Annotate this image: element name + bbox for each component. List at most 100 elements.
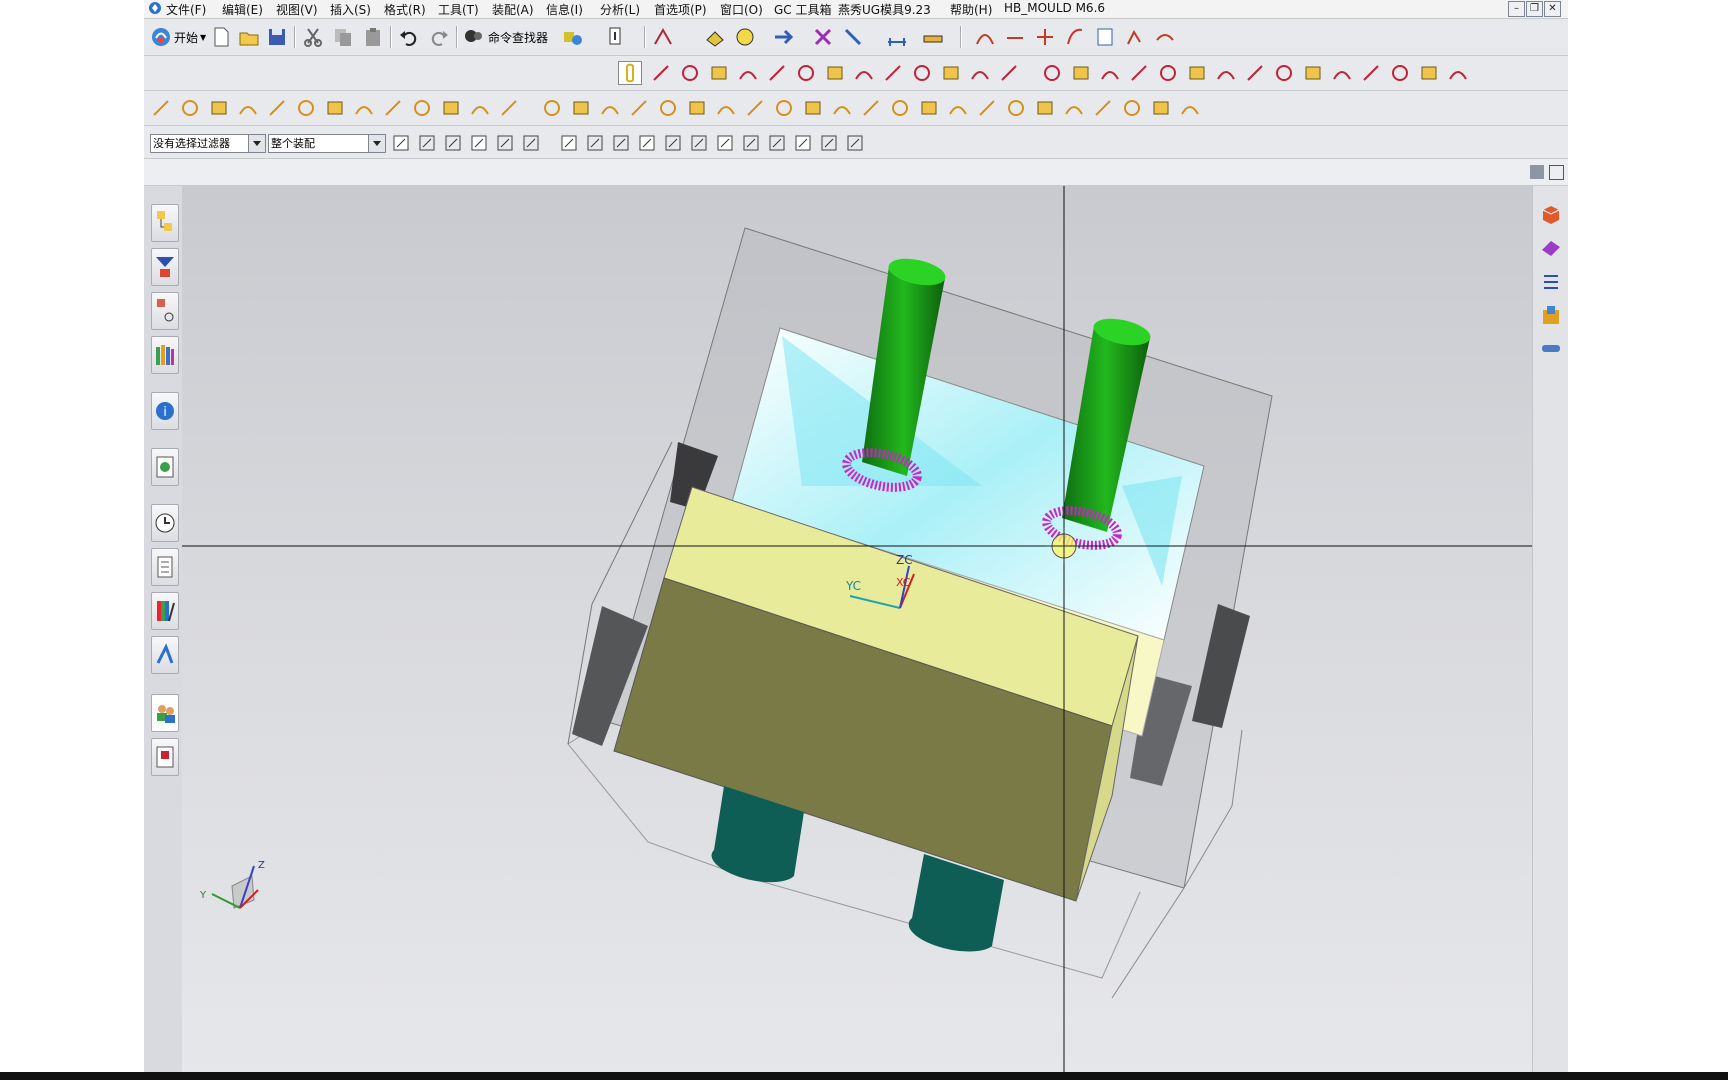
part-navigator-icon[interactable] xyxy=(151,292,179,330)
chevron-down-icon[interactable] xyxy=(368,135,385,152)
history-icon[interactable] xyxy=(151,504,179,542)
menu-window[interactable]: 窗口(O) xyxy=(720,1,763,18)
curve-tool-12-icon[interactable] xyxy=(969,62,991,84)
feature-tool-8-icon[interactable] xyxy=(353,97,375,119)
curve-tool-24-icon[interactable] xyxy=(1331,62,1353,84)
close-button[interactable]: ✕ xyxy=(1544,1,1561,17)
feature-tool-2-icon[interactable] xyxy=(179,97,201,119)
chevron-down-icon[interactable] xyxy=(248,135,265,152)
menu-gc-toolkit[interactable]: GC 工具箱 xyxy=(774,1,832,18)
minimize-button[interactable]: – xyxy=(1508,1,1525,17)
redo-icon[interactable] xyxy=(428,26,450,48)
feature-tool-12-icon[interactable] xyxy=(469,97,491,119)
paste-icon[interactable] xyxy=(362,26,384,48)
restore-button[interactable]: ❐ xyxy=(1526,1,1543,17)
menu-view[interactable]: 视图(V) xyxy=(276,1,318,18)
move-object-icon[interactable] xyxy=(772,26,794,48)
curve-tool-icon[interactable] xyxy=(974,26,996,48)
save-icon[interactable] xyxy=(266,26,288,48)
curve-tool-20-icon[interactable] xyxy=(1215,62,1237,84)
menu-yanxiu-mold[interactable]: 燕秀UG模具9.23 xyxy=(838,1,931,18)
curve-tool-8-icon[interactable] xyxy=(853,62,875,84)
curve-tool-13-icon[interactable] xyxy=(998,62,1020,84)
manufacturing-wizard-icon[interactable] xyxy=(151,738,179,776)
feature-tool-28-icon[interactable] xyxy=(947,97,969,119)
selection-scope-select[interactable]: 整个装配 xyxy=(268,134,386,153)
selection-option-17-icon[interactable] xyxy=(818,132,840,154)
constraint-navigator-icon[interactable] xyxy=(151,248,179,286)
feature-tool-22-icon[interactable] xyxy=(773,97,795,119)
curve-tool-3-icon[interactable] xyxy=(1034,26,1056,48)
feature-tool-10-icon[interactable] xyxy=(411,97,433,119)
curve-tool-7-icon[interactable] xyxy=(824,62,846,84)
feature-2-icon[interactable] xyxy=(734,26,756,48)
mold-base-icon[interactable] xyxy=(1539,304,1563,328)
feature-tool-30-icon[interactable] xyxy=(1005,97,1027,119)
feature-tool-33-icon[interactable] xyxy=(1092,97,1114,119)
curve-tool-26-icon[interactable] xyxy=(1389,62,1411,84)
curve-tool-25-icon[interactable] xyxy=(1360,62,1382,84)
measure-icon[interactable] xyxy=(886,26,908,48)
feature-tool-35-icon[interactable] xyxy=(1150,97,1172,119)
roles-icon[interactable] xyxy=(151,694,179,732)
dropdown-arrow-icon[interactable]: ▼ xyxy=(200,33,206,42)
feature-tool-18-icon[interactable] xyxy=(657,97,679,119)
feature-tool-6-icon[interactable] xyxy=(295,97,317,119)
feature-tool-5-icon[interactable] xyxy=(266,97,288,119)
curve-tool-11-icon[interactable] xyxy=(940,62,962,84)
curve-tool-18-icon[interactable] xyxy=(1157,62,1179,84)
selection-option-8-icon[interactable] xyxy=(584,132,606,154)
curve-tool-10-icon[interactable] xyxy=(911,62,933,84)
menu-hb-mould[interactable]: HB_MOULD M6.6 xyxy=(1004,1,1105,15)
assembly-navigator-icon[interactable] xyxy=(151,204,179,242)
feature-tool-27-icon[interactable] xyxy=(918,97,940,119)
feature-icon[interactable] xyxy=(704,26,726,48)
measure-distance-icon[interactable] xyxy=(922,26,944,48)
selection-option-5-icon[interactable] xyxy=(494,132,516,154)
selection-filter-select[interactable]: 没有选择过滤器 xyxy=(150,134,266,153)
start-button-label[interactable]: 开始 xyxy=(174,29,198,46)
info-tool-icon[interactable] xyxy=(606,26,628,48)
feature-tool-4-icon[interactable] xyxy=(237,97,259,119)
curve-tool-15-icon[interactable] xyxy=(1070,62,1092,84)
open-folder-icon[interactable] xyxy=(238,26,260,48)
selection-option-9-icon[interactable] xyxy=(610,132,632,154)
selection-option-15-icon[interactable] xyxy=(766,132,788,154)
feature-tool-11-icon[interactable] xyxy=(440,97,462,119)
menu-file[interactable]: 文件(F) xyxy=(166,1,206,18)
menu-help[interactable]: 帮助(H) xyxy=(950,1,992,18)
feature-tool-17-icon[interactable] xyxy=(628,97,650,119)
selection-option-3-icon[interactable] xyxy=(442,132,464,154)
menu-format[interactable]: 格式(R) xyxy=(384,1,426,18)
curve-tool-6-icon[interactable] xyxy=(1154,26,1176,48)
curve-tool-23-icon[interactable] xyxy=(1302,62,1324,84)
feature-tool-32-icon[interactable] xyxy=(1063,97,1085,119)
feature-tool-24-icon[interactable] xyxy=(831,97,853,119)
start-icon[interactable] xyxy=(150,26,172,48)
selection-option-13-icon[interactable] xyxy=(714,132,736,154)
menu-information[interactable]: 信息(I) xyxy=(546,1,583,18)
feature-tool-15-icon[interactable] xyxy=(570,97,592,119)
copy-icon[interactable] xyxy=(332,26,354,48)
curve-tool-1-icon[interactable] xyxy=(650,62,672,84)
curve-tool-2-icon[interactable] xyxy=(1004,26,1026,48)
feature-tool-20-icon[interactable] xyxy=(715,97,737,119)
curve-tool-6-icon[interactable] xyxy=(795,62,817,84)
process-studio-icon[interactable] xyxy=(151,636,179,674)
menu-edit[interactable]: 编辑(E) xyxy=(222,1,263,18)
web-browser-icon[interactable] xyxy=(151,448,179,486)
selection-option-1-icon[interactable] xyxy=(390,132,412,154)
curve-tool-9-icon[interactable] xyxy=(882,62,904,84)
selection-option-7-icon[interactable] xyxy=(558,132,580,154)
curve-tool-22-icon[interactable] xyxy=(1273,62,1295,84)
curve-tool-17-icon[interactable] xyxy=(1128,62,1150,84)
transform-icon[interactable] xyxy=(812,26,834,48)
menu-analysis[interactable]: 分析(L) xyxy=(600,1,640,18)
curve-tool-4-icon[interactable] xyxy=(737,62,759,84)
curve-tool-21-icon[interactable] xyxy=(1244,62,1266,84)
curve-tool-27-icon[interactable] xyxy=(1418,62,1440,84)
feature-tool-1-icon[interactable] xyxy=(150,97,172,119)
curve-tool-5-icon[interactable] xyxy=(1124,26,1146,48)
fit-view-icon[interactable] xyxy=(1549,165,1564,180)
undo-icon[interactable] xyxy=(398,26,420,48)
